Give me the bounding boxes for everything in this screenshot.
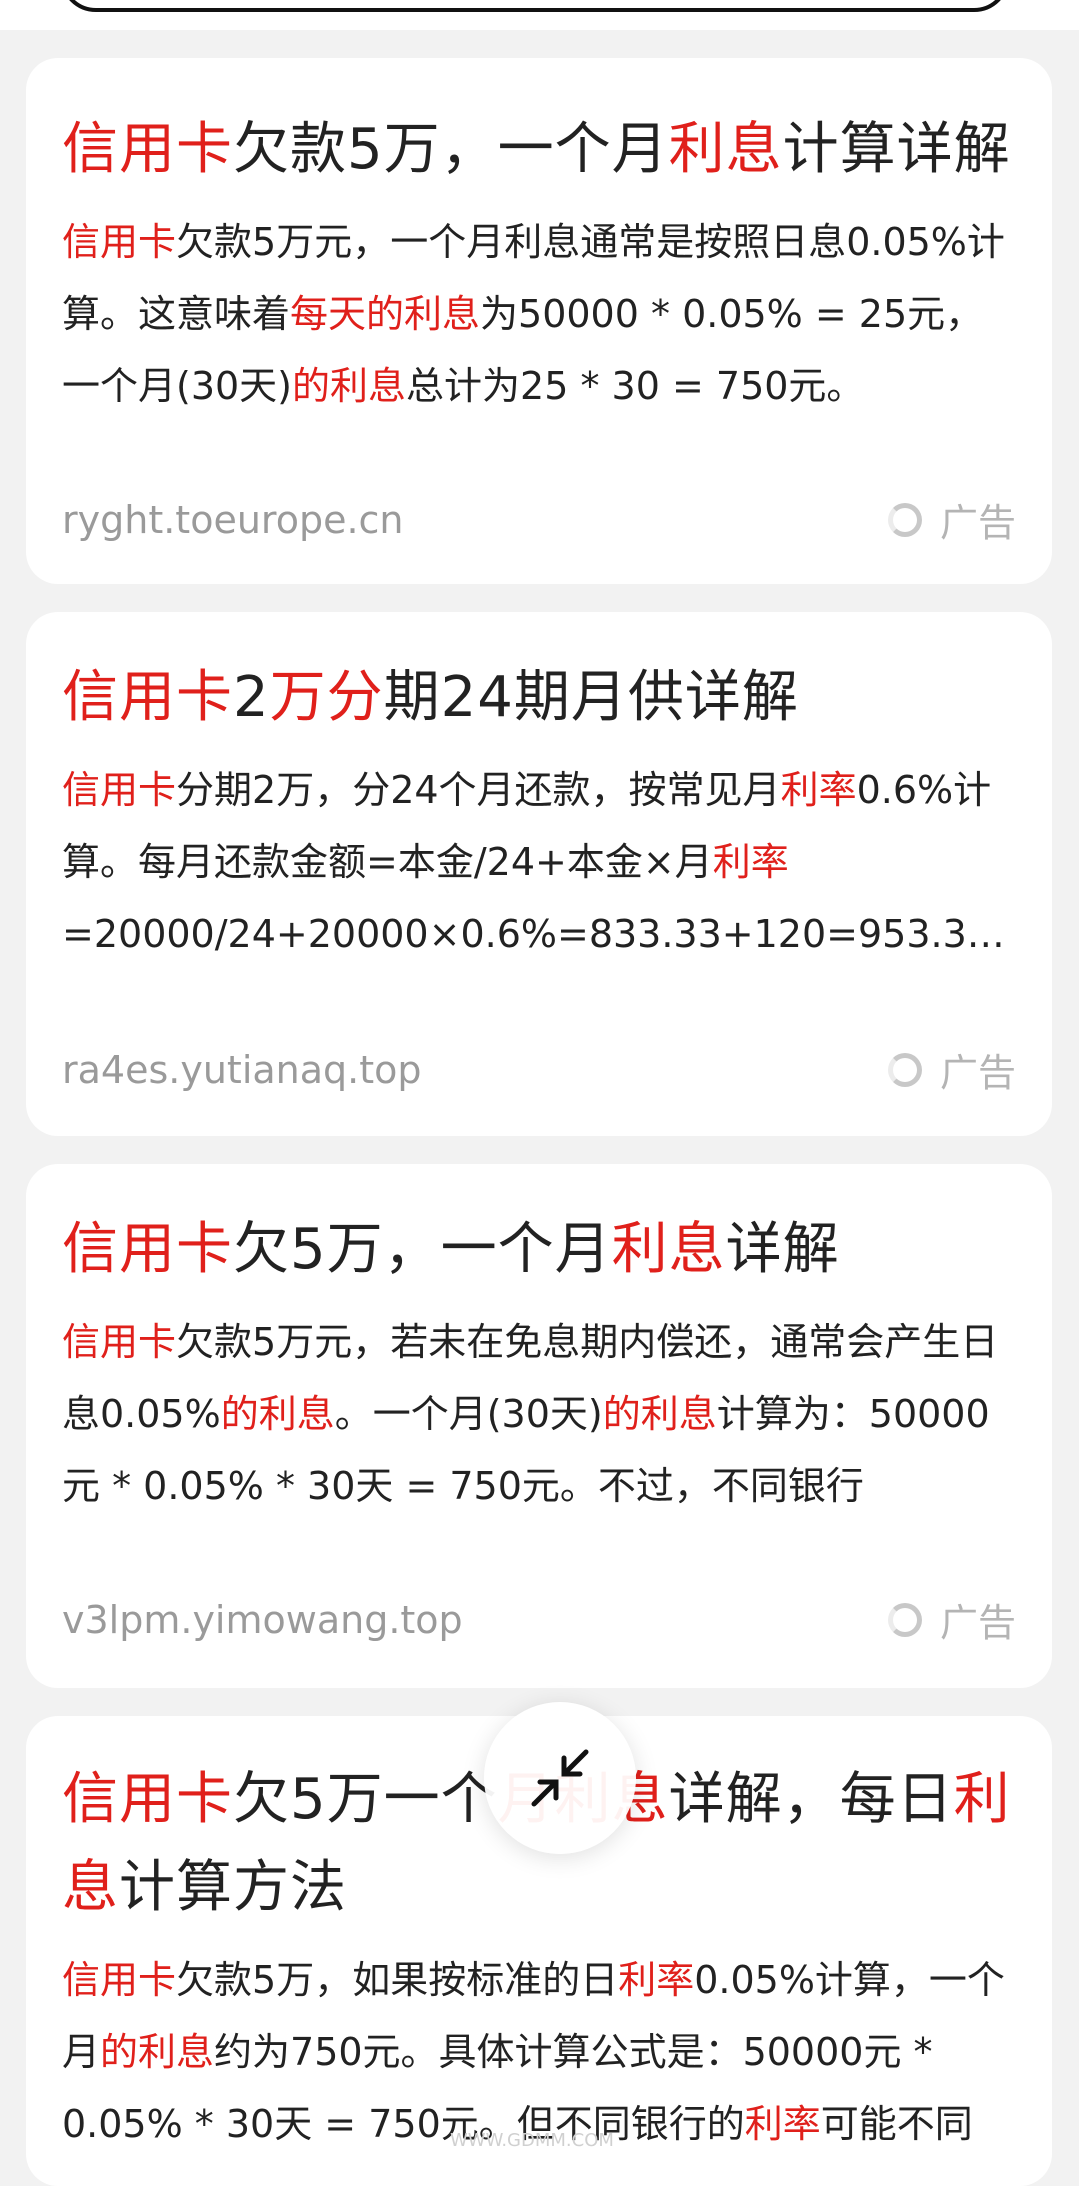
watermark: WWW.GDMM.COM [450, 2130, 614, 2151]
collapse-button[interactable] [484, 1702, 636, 1854]
result-footer: ryght.toeurope.cn 广告 [62, 492, 1016, 547]
highlighted-text: 信用卡 [62, 1958, 177, 2002]
text-run: 详解 [725, 1217, 840, 1282]
highlighted-text: 信用卡 [62, 117, 233, 182]
result-url[interactable]: v3lpm.yimowang.top [62, 1598, 463, 1642]
text-run: 欠5万一个 [233, 1767, 498, 1832]
result-description: 信用卡欠款5万元，若未在免息期内偿还，通常会产生日息0.05%的利息。一个月(3… [62, 1306, 1016, 1522]
highlighted-text: 信用卡 [62, 220, 177, 264]
result-url[interactable]: ra4es.yutianaq.top [62, 1048, 422, 1092]
text-run: 欠款5万，一个月 [233, 117, 669, 182]
highlighted-text: 每天的利息 [290, 292, 481, 336]
collapse-arrows-icon [531, 1749, 589, 1807]
highlighted-text: 的利息 [220, 1392, 335, 1436]
result-card[interactable]: 信用卡欠款5万，一个月利息计算详解 信用卡欠款5万元，一个月利息通常是按照日息0… [26, 58, 1052, 584]
text-run: =20000/24+20000×0.6%=833.33+120=953.33元。 [62, 912, 991, 956]
ad-label: 广告 [939, 501, 1016, 545]
ad-badge: 广告 [887, 1592, 1016, 1647]
highlighted-text: 的利息 [100, 2030, 215, 2074]
text-run: 欠5万，一个月 [233, 1217, 612, 1282]
ad-label: 广告 [939, 1601, 1016, 1645]
highlighted-text: 信用卡 [62, 665, 233, 730]
highlighted-text: 的利息 [602, 1392, 717, 1436]
highlighted-text: 利率 [618, 1958, 695, 2002]
result-title[interactable]: 信用卡欠5万，一个月利息详解 [62, 1206, 1016, 1294]
result-title[interactable]: 信用卡2万分期24期月供详解 [62, 654, 1016, 742]
result-card[interactable]: 信用卡欠5万，一个月利息详解 信用卡欠款5万元，若未在免息期内偿还，通常会产生日… [26, 1164, 1052, 1688]
result-url[interactable]: ryght.toeurope.cn [62, 498, 404, 542]
result-description: 信用卡欠款5万元，一个月利息通常是按照日息0.05%计算。这意味着每天的利息为5… [62, 206, 1016, 422]
text-run: 欠款5万，如果按标准的日 [176, 1958, 619, 2002]
highlighted-text: 利率 [780, 768, 857, 812]
loading-spinner-icon [887, 1052, 922, 1087]
highlighted-text: 利息 [668, 117, 783, 182]
result-description: 信用卡分期2万，分24个月还款，按常见月利率0.6%计算。每月还款金额=本金/2… [62, 754, 1016, 970]
result-title[interactable]: 信用卡欠款5万，一个月利息计算详解 [62, 106, 1016, 194]
loading-spinner-icon [887, 502, 922, 537]
search-box-edge[interactable] [60, 0, 1010, 12]
ad-badge: 广告 [887, 1042, 1016, 1097]
text-run: 。一个月(30天) [334, 1392, 603, 1436]
ad-label: 广告 [939, 1051, 1016, 1095]
result-footer: v3lpm.yimowang.top 广告 [62, 1592, 1016, 1647]
text-run: 可能不同 [820, 2102, 973, 2146]
highlighted-text: 万分 [269, 665, 384, 730]
highlighted-text: 信用卡 [62, 1217, 233, 1282]
highlighted-text: 信用卡 [62, 1767, 233, 1832]
text-run: 计算方法 [119, 1855, 347, 1920]
ad-badge: 广告 [887, 492, 1016, 547]
highlighted-text: 利率 [712, 840, 789, 884]
highlighted-text: 利息 [611, 1217, 726, 1282]
highlighted-text: 利率 [744, 2102, 821, 2146]
text-run: 2 [233, 665, 270, 730]
result-card[interactable]: 信用卡2万分期24期月供详解 信用卡分期2万，分24个月还款，按常见月利率0.6… [26, 612, 1052, 1136]
text-run: 总计为25 * 30 = 750元。 [406, 364, 865, 408]
highlighted-text: 信用卡 [62, 768, 177, 812]
result-footer: ra4es.yutianaq.top 广告 [62, 1042, 1016, 1097]
text-run: 期24期月供详解 [383, 665, 799, 730]
top-bar [0, 0, 1079, 30]
highlighted-text: 的利息 [292, 364, 407, 408]
text-run: 计算详解 [782, 117, 1011, 182]
result-description: 信用卡欠款5万，如果按标准的日利率0.05%计算，一个月的利息约为750元。具体… [62, 1944, 1016, 2160]
highlighted-text: 信用卡 [62, 1320, 177, 1364]
text-run: 详解，每日 [668, 1767, 954, 1832]
loading-spinner-icon [887, 1602, 922, 1637]
text-run: 分期2万，分24个月还款，按常见月 [176, 768, 781, 812]
